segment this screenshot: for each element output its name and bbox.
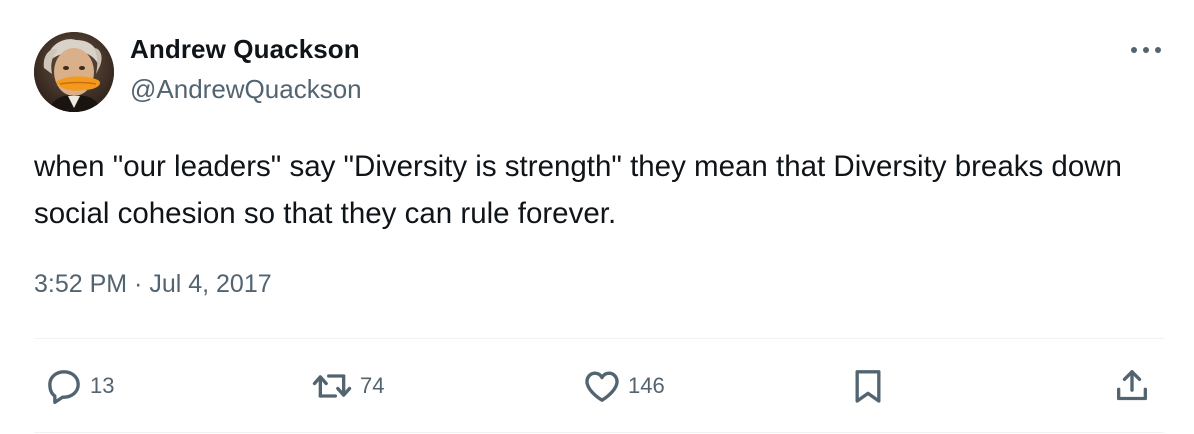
tweet-text: when "our leaders" say "Diversity is str…	[34, 150, 1122, 230]
more-dots-icon	[1131, 47, 1161, 53]
divider	[34, 338, 1164, 339]
author-handle[interactable]: @AndrewQuackson	[130, 74, 362, 105]
share-icon	[1117, 370, 1147, 401]
author-display-name[interactable]: Andrew Quackson	[130, 34, 360, 65]
reply-count: 13	[90, 373, 115, 398]
divider	[34, 432, 1164, 433]
repost-count: 74	[360, 373, 385, 398]
like-button[interactable]: 146	[582, 366, 665, 406]
duck-bill-portrait-icon	[34, 32, 114, 112]
author-avatar[interactable]	[34, 32, 114, 112]
bookmark-icon	[855, 370, 881, 403]
tweet-timestamp[interactable]: 3:52 PM · Jul 4, 2017	[34, 270, 272, 299]
heart-icon	[585, 371, 619, 402]
share-button[interactable]	[1112, 366, 1152, 406]
reply-icon	[48, 370, 80, 404]
like-count: 146	[628, 373, 665, 398]
repost-button[interactable]: 74	[310, 366, 384, 406]
bookmark-button[interactable]	[848, 366, 888, 406]
repost-icon	[312, 374, 352, 398]
more-options-button[interactable]	[1126, 38, 1166, 62]
tweet-card: Andrew Quackson @AndrewQuackson when "ou…	[0, 0, 1194, 434]
reply-button[interactable]: 13	[44, 366, 114, 406]
